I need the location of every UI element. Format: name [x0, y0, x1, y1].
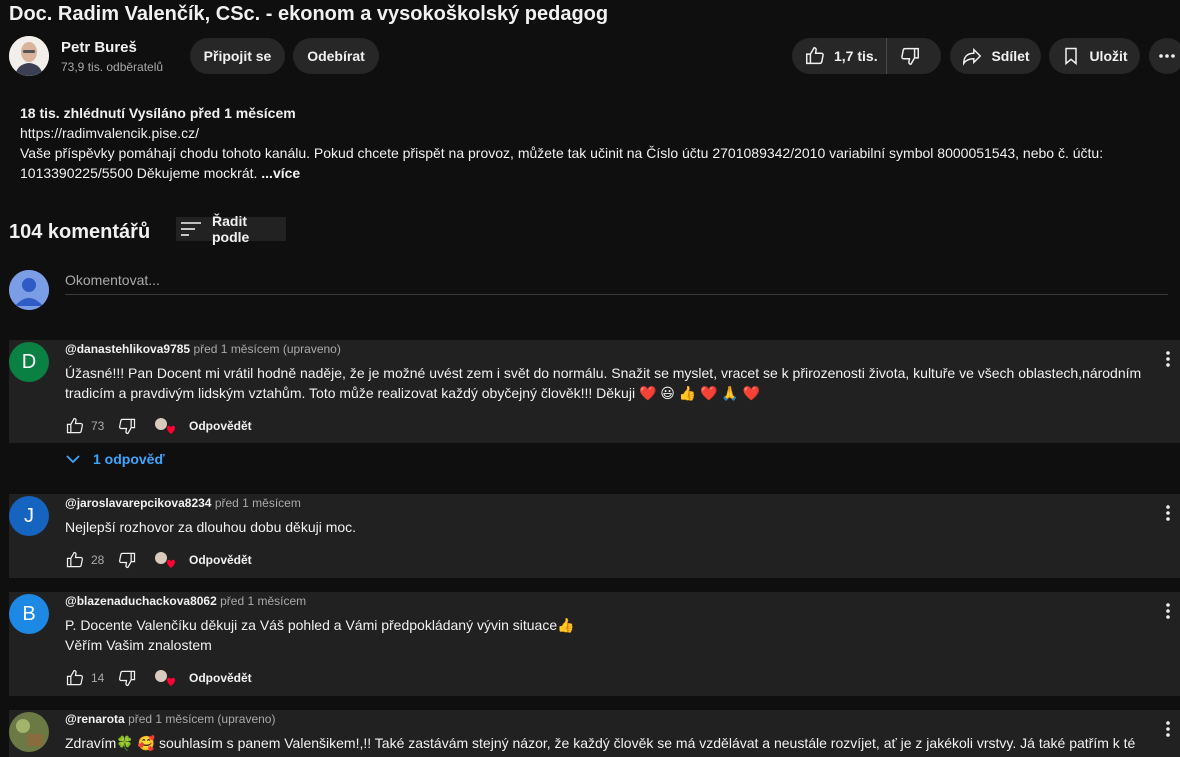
comment-thread: B @blazenaduchackova8062 před 1 měsícem … [9, 592, 1180, 696]
channel-name[interactable]: Petr Bureš [61, 39, 137, 56]
save-label: Uložit [1089, 48, 1128, 64]
comment-dislike-button[interactable] [117, 550, 153, 570]
subscriber-count: 73,9 tis. odběratelů [61, 60, 164, 74]
comment-thread: @renarota před 1 měsícem (upraveno) Zdra… [9, 710, 1180, 757]
more-vertical-icon [1165, 504, 1171, 522]
comment-menu-button[interactable] [1165, 350, 1171, 368]
view-count-date: 18 tis. zhlédnutí Vysíláno před 1 měsíce… [20, 105, 296, 121]
save-button[interactable]: Uložit [1049, 38, 1140, 74]
replies-count: 1 odpověď [93, 451, 165, 467]
reply-button[interactable]: Odpovědět [189, 671, 252, 685]
chevron-down-icon [65, 454, 81, 464]
like-button[interactable]: 1,7 tis. [792, 38, 887, 74]
reply-button[interactable]: Odpovědět [189, 553, 252, 567]
more-actions-button[interactable] [1149, 38, 1180, 74]
commenter-avatar[interactable]: B [9, 594, 49, 634]
comment-text: Úžasné!!! Pan Docent mi vrátil hodně nad… [65, 365, 1142, 401]
comment-thread: J @jaroslavarepcikova8234 před 1 měsícem… [9, 494, 1180, 578]
description-text: Vaše příspěvky pomáhají chodu tohoto kan… [20, 145, 1104, 161]
comment-dislike-button[interactable] [117, 416, 153, 436]
creator-heart-badge [153, 668, 189, 688]
thumbs-down-icon [899, 45, 921, 67]
user-avatar [9, 270, 49, 310]
comment-time[interactable]: před 1 měsícem [215, 496, 301, 510]
comment-like-count: 73 [91, 419, 105, 433]
comment-time[interactable]: před 1 měsícem (upraveno) [128, 712, 275, 726]
thumbs-up-icon [804, 45, 826, 67]
join-button[interactable]: Připojit se [190, 38, 285, 74]
thumbs-up-icon [65, 668, 85, 688]
sort-button[interactable]: Řadit podle [176, 213, 286, 245]
comment-like-button[interactable]: 14 [65, 668, 117, 688]
comment-like-count: 14 [91, 671, 105, 685]
comment-time[interactable]: před 1 měsícem (upraveno) [193, 342, 340, 356]
like-count: 1,7 tis. [834, 48, 878, 64]
comment-menu-button[interactable] [1165, 504, 1171, 522]
commenter-handle[interactable]: @jaroslavarepcikova8234 [65, 496, 211, 510]
thumbs-down-icon [117, 416, 153, 436]
creator-heart-badge [153, 416, 189, 436]
comment-text: Nejlepší rozhovor za dlouhou dobu děkuji… [65, 519, 357, 535]
comment-menu-button[interactable] [1165, 720, 1171, 738]
commenter-handle[interactable]: @danastehlikova9785 [65, 342, 190, 356]
thumbs-up-icon [65, 416, 85, 436]
comment-time[interactable]: před 1 měsícem [220, 594, 306, 608]
bookmark-icon [1061, 46, 1081, 66]
like-dislike-group: 1,7 tis. [792, 38, 941, 74]
comment-like-button[interactable]: 28 [65, 550, 117, 570]
show-more-link[interactable]: ...více [261, 165, 300, 181]
comment-text: P. Docente Valenčíku děkuji za Váš pohle… [65, 617, 575, 653]
more-horizontal-icon [1157, 46, 1177, 66]
comment-text: Zdravím🍀 🥰 souhlasím s panem Valenšikem!… [65, 735, 1136, 751]
share-label: Sdílet [991, 48, 1030, 64]
commenter-avatar[interactable] [9, 712, 49, 752]
comment-dislike-button[interactable] [117, 668, 153, 688]
thumbs-down-icon [117, 668, 153, 688]
comment-input[interactable]: Okomentovat... [65, 270, 1168, 295]
description-link[interactable]: https://radimvalencik.pise.cz/ [20, 123, 1103, 143]
dislike-button[interactable] [887, 38, 921, 74]
comment-menu-button[interactable] [1165, 602, 1171, 620]
comment-like-button[interactable]: 73 [65, 416, 117, 436]
share-icon [961, 45, 983, 67]
subscribe-button[interactable]: Odebírat [293, 38, 379, 74]
show-replies-button[interactable]: 1 odpověď [65, 451, 165, 467]
commenter-avatar[interactable]: D [9, 342, 49, 382]
more-vertical-icon [1165, 720, 1171, 738]
description-text-end: 1013390225/5500 Děkujeme mockrát. [20, 165, 258, 181]
commenter-handle[interactable]: @renarota [65, 712, 125, 726]
comments-count: 104 komentářů [9, 221, 151, 243]
commenter-handle[interactable]: @blazenaduchackova8062 [65, 594, 217, 608]
share-button[interactable]: Sdílet [950, 38, 1041, 74]
comment-thread: D @danastehlikova9785 před 1 měsícem (up… [9, 340, 1180, 443]
channel-avatar[interactable] [9, 36, 49, 76]
comment-like-count: 28 [91, 553, 105, 567]
sort-icon [180, 221, 202, 237]
video-title: Doc. Radim Valenčík, CSc. - ekonom a vys… [9, 3, 609, 25]
thumbs-up-icon [65, 550, 85, 570]
description-box[interactable]: 18 tis. zhlédnutí Vysíláno před 1 měsíce… [9, 93, 1180, 197]
thumbs-down-icon [117, 550, 153, 570]
sort-label: Řadit podle [212, 213, 250, 245]
commenter-avatar[interactable]: J [9, 496, 49, 536]
more-vertical-icon [1165, 602, 1171, 620]
reply-button[interactable]: Odpovědět [189, 419, 252, 433]
more-vertical-icon [1165, 350, 1171, 368]
creator-heart-badge [153, 550, 189, 570]
